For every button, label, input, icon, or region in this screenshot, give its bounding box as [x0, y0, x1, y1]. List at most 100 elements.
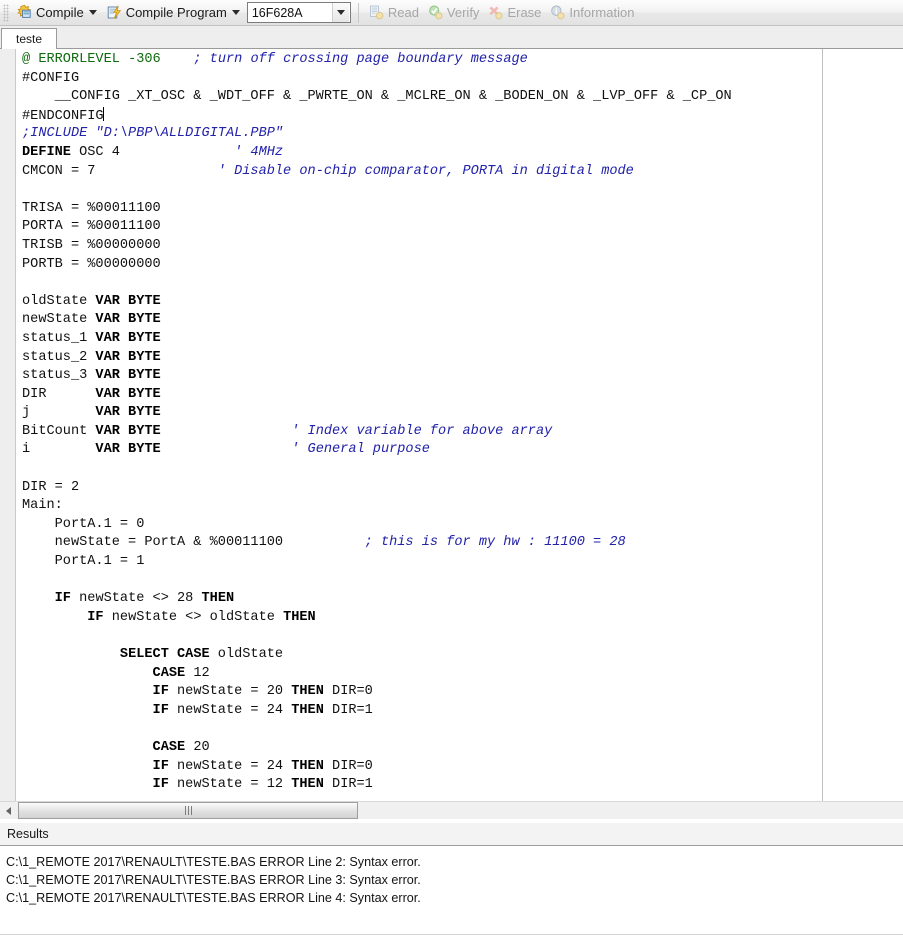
compile-dropdown-chevron-icon[interactable]	[88, 10, 97, 15]
code-line: CMCON = 7 ' Disable on-chip comparator, …	[22, 163, 732, 182]
code-text: newState = 24	[168, 758, 292, 774]
results-panel-body[interactable]: C:\1_REMOTE 2017\RENAULT\TESTE.BAS ERROR…	[0, 846, 903, 935]
code-line: #ENDCONFIG	[22, 106, 732, 126]
chevron-down-icon	[336, 10, 345, 15]
code-line: Main:	[22, 497, 732, 516]
code-keyword: IF	[152, 702, 169, 718]
code-directive: -306	[119, 52, 161, 67]
code-line: IF newState <> 28 THEN	[22, 590, 732, 609]
code-line: status_1 VAR BYTE	[22, 330, 732, 349]
compile-program-dropdown-chevron-icon[interactable]	[231, 10, 240, 15]
code-text: DIR=0	[323, 684, 373, 700]
code-line: newState VAR BYTE	[22, 311, 732, 330]
erase-button[interactable]: Erase	[483, 1, 545, 25]
code-line: status_2 VAR BYTE	[22, 349, 732, 368]
editor-horizontal-scrollbar[interactable]	[0, 801, 903, 819]
code-line: SELECT CASE oldState	[22, 646, 732, 665]
scroll-left-button[interactable]	[0, 802, 17, 819]
results-line[interactable]: C:\1_REMOTE 2017\RENAULT\TESTE.BAS ERROR…	[6, 889, 903, 907]
code-text: TRISA = %00011100	[22, 200, 161, 216]
code-text: oldState	[22, 293, 96, 309]
grip-dots-icon	[184, 806, 192, 815]
code-keyword: VAR BYTE	[95, 442, 161, 458]
code-line: oldState VAR BYTE	[22, 293, 732, 312]
code-line: IF newState = 12 THEN DIR=1	[22, 776, 732, 795]
code-line: j VAR BYTE	[22, 404, 732, 423]
code-text: BitCount	[22, 423, 96, 439]
verify-check-icon	[427, 4, 444, 21]
toolbar-divider	[357, 2, 359, 23]
code-line: TRISA = %00011100	[22, 200, 732, 219]
code-keyword: IF	[87, 609, 104, 625]
device-select-dropdown-button[interactable]	[331, 3, 349, 22]
code-keyword: VAR BYTE	[95, 368, 161, 384]
code-directive: @	[22, 52, 39, 67]
code-text: PORTB = %00000000	[22, 256, 161, 272]
code-line: TRISB = %00000000	[22, 237, 732, 256]
code-line: PortA.1 = 0	[22, 516, 732, 535]
editor-code-text[interactable]: @ ERRORLEVEL -306 ; turn off crossing pa…	[22, 51, 732, 795]
code-line: i VAR BYTE ' General purpose	[22, 441, 732, 460]
code-text: newState = 20	[168, 684, 292, 700]
code-text: oldState	[209, 647, 284, 662]
code-keyword: DEFINE	[22, 144, 71, 160]
code-keyword: THEN	[291, 758, 324, 774]
code-keyword: THEN	[291, 777, 324, 793]
code-line: BitCount VAR BYTE ' Index variable for a…	[22, 423, 732, 442]
verify-button-label: Verify	[446, 5, 480, 20]
code-directive: ERRORLEVEL	[38, 52, 120, 67]
code-line: DEFINE OSC 4 ' 4MHz	[22, 144, 732, 163]
read-button-label: Read	[387, 5, 419, 20]
code-text: PORTA = %00011100	[22, 219, 161, 235]
code-text: newState <> 28	[70, 591, 202, 607]
editor-gutter[interactable]	[0, 49, 16, 801]
triangle-left-icon	[6, 806, 11, 815]
information-button[interactable]: Information	[545, 1, 638, 25]
code-text: 20	[185, 739, 210, 755]
scrollbar-thumb[interactable]	[18, 802, 358, 819]
compile-button[interactable]: Compile	[12, 1, 102, 25]
code-keyword: VAR BYTE	[95, 330, 161, 346]
code-keyword: THEN	[201, 591, 235, 607]
code-keyword: IF	[54, 591, 71, 607]
code-editor[interactable]: @ ERRORLEVEL -306 ; turn off crossing pa…	[0, 49, 903, 801]
code-line: IF newState = 24 THEN DIR=0	[22, 758, 732, 777]
code-text: newState = PortA & %00011100	[22, 535, 365, 551]
code-text: j	[22, 405, 96, 421]
code-keyword: VAR BYTE	[95, 293, 161, 309]
code-text: status_2	[22, 349, 96, 365]
read-button[interactable]: Read	[364, 1, 423, 25]
code-keyword: CASE	[152, 739, 186, 755]
code-line: PORTA = %00011100	[22, 218, 732, 237]
editor-margin-guide	[822, 49, 823, 801]
code-line: #CONFIG	[22, 70, 732, 89]
scrollbar-track[interactable]	[17, 802, 903, 819]
code-text: DIR = 2	[22, 479, 80, 495]
toolbar-drag-handle[interactable]	[3, 3, 9, 22]
verify-button[interactable]: Verify	[423, 1, 484, 25]
code-text: DIR=1	[323, 702, 373, 718]
information-button-label: Information	[569, 5, 635, 20]
code-comment: ' General purpose	[291, 442, 430, 458]
results-line[interactable]: C:\1_REMOTE 2017\RENAULT\TESTE.BAS ERROR…	[6, 871, 903, 889]
compile-gear-icon	[16, 4, 33, 21]
compile-program-button[interactable]: Compile Program	[102, 1, 245, 25]
code-comment: ' Disable on-chip comparator, PORTA in d…	[217, 163, 634, 179]
device-select[interactable]: 16F628A	[246, 2, 351, 23]
tab-teste[interactable]: teste	[1, 28, 57, 50]
code-text: PortA.1 = 0	[22, 516, 145, 532]
code-keyword: IF	[152, 777, 169, 793]
code-keyword: THEN	[283, 609, 316, 625]
code-keyword: VAR BYTE	[95, 386, 161, 402]
results-line[interactable]: C:\1_REMOTE 2017\RENAULT\TESTE.BAS ERROR…	[6, 853, 903, 871]
